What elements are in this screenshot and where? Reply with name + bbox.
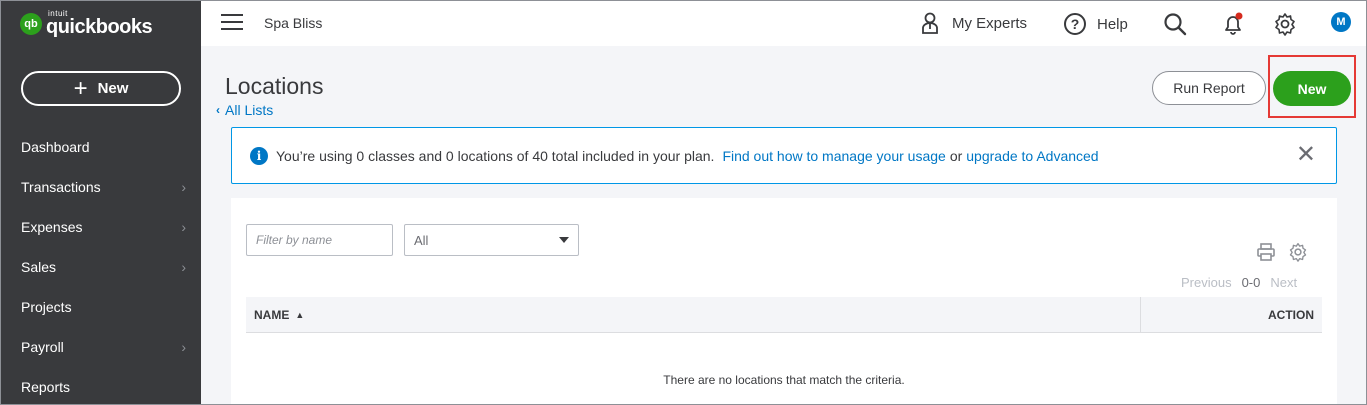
filter-by-name-input[interactable]: Filter by name: [246, 224, 393, 256]
quickbooks-logo[interactable]: qb intuit quickbooks: [20, 10, 153, 38]
close-icon[interactable]: ✕: [1296, 143, 1316, 167]
caret-down-icon: [559, 237, 569, 243]
help-label: Help: [1097, 15, 1128, 33]
table-settings-gear-icon[interactable]: [1288, 242, 1308, 267]
search-button[interactable]: [1163, 12, 1187, 36]
avatar[interactable]: M: [1331, 12, 1351, 32]
sidebar-item-label: Expenses: [21, 219, 83, 235]
svg-text:?: ?: [1071, 16, 1080, 32]
sidebar-item-label: Sales: [21, 259, 57, 275]
sidebar-nav: Dashboard Transactions › Expenses › Sale…: [0, 127, 201, 405]
sidebar-item-dashboard[interactable]: Dashboard: [0, 127, 201, 167]
hamburger-icon[interactable]: [221, 14, 243, 35]
gear-icon: [1273, 12, 1297, 36]
page-range: 0-0: [1241, 275, 1261, 290]
help-icon: ?: [1063, 12, 1087, 36]
sidebar-item-expenses[interactable]: Expenses ›: [0, 207, 201, 247]
info-icon: i: [250, 146, 268, 165]
locations-table-panel: Filter by name All Previous 0-0 Next NAM…: [231, 198, 1337, 405]
pagination: Previous 0-0 Next: [1181, 275, 1297, 290]
sidebar-item-payroll[interactable]: Payroll ›: [0, 327, 201, 367]
quickbooks-wordmark: quickbooks: [46, 16, 153, 38]
help-button[interactable]: ? Help: [1063, 12, 1128, 36]
chevron-right-icon: ›: [181, 179, 186, 195]
sidebar: qb intuit quickbooks + New Dashboard Tra…: [0, 0, 201, 405]
status-select[interactable]: All: [404, 224, 579, 256]
sidebar-item-label: Dashboard: [21, 139, 90, 155]
column-header-action: ACTION: [1268, 307, 1314, 322]
company-name: Spa Bliss: [264, 15, 323, 31]
sidebar-item-sales[interactable]: Sales ›: [0, 247, 201, 287]
upgrade-link[interactable]: upgrade to Advanced: [966, 148, 1098, 164]
sidebar-item-label: Transactions: [21, 179, 101, 195]
sidebar-item-label: Reports: [21, 379, 71, 395]
empty-table-message: There are no locations that match the cr…: [663, 373, 905, 387]
sidebar-item-reports[interactable]: Reports: [0, 367, 201, 405]
chevron-left-icon: ‹: [216, 103, 220, 117]
column-header-name[interactable]: NAME ▲: [246, 297, 1141, 332]
chevron-right-icon: ›: [181, 259, 186, 275]
print-icon[interactable]: [1256, 242, 1276, 267]
run-report-button[interactable]: Run Report: [1152, 71, 1266, 105]
sidebar-new-label: New: [97, 80, 129, 97]
sidebar-item-label: Payroll: [21, 339, 64, 355]
table-tools: [1256, 242, 1308, 267]
plus-icon: +: [73, 74, 88, 102]
all-lists-label: All Lists: [225, 102, 274, 118]
sort-ascending-icon: ▲: [295, 309, 305, 320]
qb-logo-icon: qb: [20, 13, 42, 35]
notification-bell-icon: [1221, 12, 1245, 36]
status-select-value: All: [414, 232, 429, 248]
column-header-name-label: NAME: [254, 307, 290, 322]
my-experts-label: My Experts: [952, 14, 1028, 32]
top-bar: Spa Bliss My Experts ? Help M: [201, 0, 1367, 46]
page-title: Locations: [225, 73, 324, 99]
banner-or: or: [949, 147, 963, 164]
my-experts-button[interactable]: My Experts: [920, 12, 1027, 34]
experts-icon: [920, 12, 940, 34]
banner-text: You’re using 0 classes and 0 locations o…: [276, 147, 715, 164]
highlight-box: [1268, 55, 1356, 118]
notifications-button[interactable]: [1221, 12, 1245, 36]
sidebar-new-button[interactable]: + New: [21, 71, 181, 106]
sidebar-item-label: Projects: [21, 299, 72, 315]
chevron-right-icon: ›: [181, 339, 186, 355]
manage-usage-link[interactable]: Find out how to manage your usage: [722, 148, 945, 164]
next-page-link[interactable]: Next: [1270, 275, 1297, 290]
sidebar-item-projects[interactable]: Projects: [0, 287, 201, 327]
sidebar-item-transactions[interactable]: Transactions ›: [0, 167, 201, 207]
search-icon: [1163, 12, 1187, 36]
table-header: NAME ▲ ACTION: [246, 297, 1322, 333]
chevron-right-icon: ›: [181, 219, 186, 235]
usage-banner: i You’re using 0 classes and 0 locations…: [231, 127, 1337, 184]
all-lists-link[interactable]: ‹ All Lists: [216, 102, 273, 118]
settings-button[interactable]: [1273, 12, 1297, 36]
previous-page-link[interactable]: Previous: [1181, 275, 1232, 290]
